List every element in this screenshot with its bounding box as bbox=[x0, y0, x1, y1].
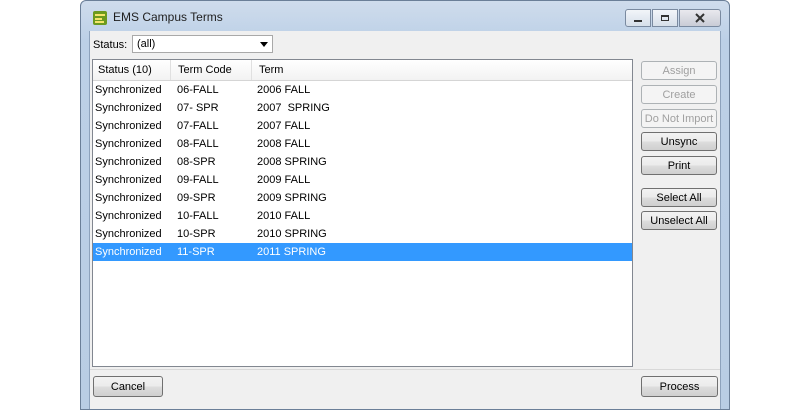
row-status: Synchronized bbox=[95, 210, 162, 222]
row-term: 2009 FALL bbox=[257, 174, 311, 186]
app-icon bbox=[93, 11, 107, 25]
table-row-selected[interactable]: Synchronized 11-SPR 2011 SPRING bbox=[93, 243, 632, 261]
row-status: Synchronized bbox=[95, 156, 162, 168]
column-divider[interactable] bbox=[251, 60, 252, 80]
window-title: EMS Campus Terms bbox=[113, 10, 223, 24]
unselect-all-button[interactable]: Unselect All bbox=[641, 211, 717, 230]
minimize-icon bbox=[634, 20, 642, 22]
row-term-code: 07- SPR bbox=[177, 102, 219, 114]
cancel-button[interactable]: Cancel bbox=[93, 376, 163, 397]
divider bbox=[90, 369, 720, 370]
row-term-code: 07-FALL bbox=[177, 120, 219, 132]
list-header: Status (10) Term Code Term bbox=[93, 60, 632, 81]
close-icon bbox=[695, 13, 705, 23]
row-term: 2006 FALL bbox=[257, 84, 311, 96]
row-status: Synchronized bbox=[95, 174, 162, 186]
table-row[interactable]: Synchronized 08-SPR 2008 SPRING bbox=[93, 153, 632, 171]
maximize-button[interactable] bbox=[652, 9, 678, 27]
status-filter-dropdown[interactable]: (all) bbox=[132, 35, 273, 53]
row-status: Synchronized bbox=[95, 84, 162, 96]
row-term-code: 06-FALL bbox=[177, 84, 219, 96]
create-button[interactable]: Create bbox=[641, 85, 717, 104]
row-term: 2008 FALL bbox=[257, 138, 311, 150]
row-term: 2007 FALL bbox=[257, 120, 311, 132]
row-term-code: 08-FALL bbox=[177, 138, 219, 150]
chevron-down-icon bbox=[260, 42, 268, 47]
row-status: Synchronized bbox=[95, 246, 162, 258]
row-status: Synchronized bbox=[95, 138, 162, 150]
row-term: 2009 SPRING bbox=[257, 192, 327, 204]
column-header-status[interactable]: Status (10) bbox=[98, 64, 152, 76]
process-button[interactable]: Process bbox=[641, 376, 718, 397]
unsync-button[interactable]: Unsync bbox=[641, 132, 717, 151]
row-term-code: 11-SPR bbox=[177, 246, 215, 258]
assign-button[interactable]: Assign bbox=[641, 61, 717, 80]
campus-terms-window: EMS Campus Terms Status: (all) Status (1… bbox=[80, 0, 730, 410]
table-row[interactable]: Synchronized 10-FALL 2010 FALL bbox=[93, 207, 632, 225]
title-bar[interactable]: EMS Campus Terms bbox=[81, 1, 729, 33]
row-status: Synchronized bbox=[95, 228, 162, 240]
table-row[interactable]: Synchronized 09-FALL 2009 FALL bbox=[93, 171, 632, 189]
table-row[interactable]: Synchronized 06-FALL 2006 FALL bbox=[93, 81, 632, 99]
select-all-button[interactable]: Select All bbox=[641, 188, 717, 207]
terms-list[interactable]: Status (10) Term Code Term Synchronized … bbox=[92, 59, 633, 367]
row-term-code: 09-SPR bbox=[177, 192, 216, 204]
row-status: Synchronized bbox=[95, 192, 162, 204]
table-row[interactable]: Synchronized 07-FALL 2007 FALL bbox=[93, 117, 632, 135]
column-header-term-code[interactable]: Term Code bbox=[178, 64, 232, 76]
row-status: Synchronized bbox=[95, 102, 162, 114]
dialog-body: Status: (all) Status (10) Term Code Term… bbox=[89, 31, 721, 409]
table-row[interactable]: Synchronized 08-FALL 2008 FALL bbox=[93, 135, 632, 153]
table-row[interactable]: Synchronized 10-SPR 2010 SPRING bbox=[93, 225, 632, 243]
column-divider[interactable] bbox=[170, 60, 171, 80]
row-status: Synchronized bbox=[95, 120, 162, 132]
row-term: 2010 FALL bbox=[257, 210, 311, 222]
do-not-import-button[interactable]: Do Not Import bbox=[641, 109, 717, 128]
print-button[interactable]: Print bbox=[641, 156, 717, 175]
row-term: 2007 SPRING bbox=[257, 102, 330, 114]
status-filter-value: (all) bbox=[137, 38, 156, 50]
row-term-code: 09-FALL bbox=[177, 174, 219, 186]
row-term-code: 08-SPR bbox=[177, 156, 216, 168]
close-button[interactable] bbox=[679, 9, 721, 27]
minimize-button[interactable] bbox=[625, 9, 651, 27]
row-term: 2010 SPRING bbox=[257, 228, 327, 240]
status-filter-label: Status: bbox=[93, 39, 128, 51]
table-row[interactable]: Synchronized 07- SPR 2007 SPRING bbox=[93, 99, 632, 117]
row-term-code: 10-SPR bbox=[177, 228, 216, 240]
maximize-icon bbox=[661, 15, 669, 21]
row-term-code: 10-FALL bbox=[177, 210, 219, 222]
row-term: 2008 SPRING bbox=[257, 156, 327, 168]
column-header-term[interactable]: Term bbox=[259, 64, 283, 76]
row-term: 2011 SPRING bbox=[257, 246, 326, 258]
table-row[interactable]: Synchronized 09-SPR 2009 SPRING bbox=[93, 189, 632, 207]
